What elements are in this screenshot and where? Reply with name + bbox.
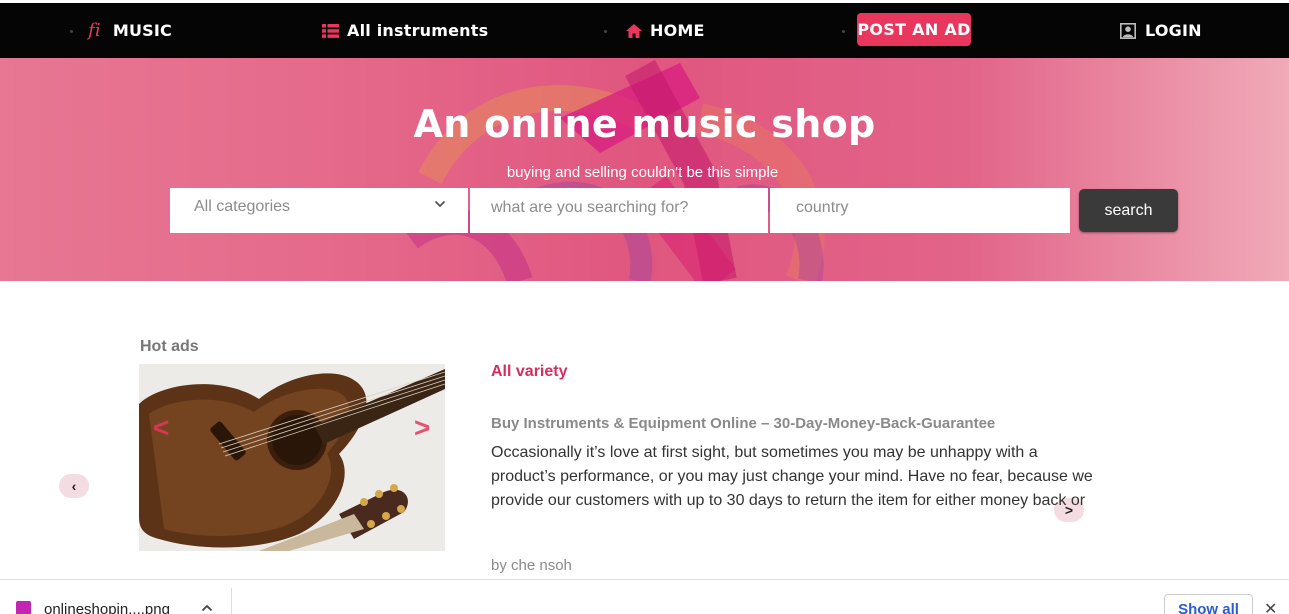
hero-banner: An online music shop buying and selling …: [0, 58, 1289, 281]
search-input[interactable]: what are you searching for?: [470, 188, 768, 233]
hero-subtitle: buying and selling couldn't be this simp…: [506, 164, 779, 181]
carousel-prev-button[interactable]: ‹: [59, 474, 89, 498]
category-select[interactable]: All categories: [170, 188, 468, 233]
nav-all-instruments-label: All instruments: [347, 21, 489, 40]
hero-title: An online music shop: [413, 102, 876, 146]
user-icon: [1120, 22, 1136, 39]
ad-title[interactable]: All variety: [491, 363, 567, 381]
image-next-arrow[interactable]: >: [414, 412, 430, 444]
search-button[interactable]: search: [1079, 189, 1178, 232]
category-select-value: All categories: [194, 198, 291, 215]
hot-ads-heading: Hot ads: [140, 338, 199, 355]
home-icon: [626, 23, 642, 38]
list-icon: [322, 23, 339, 38]
file-icon: [16, 601, 31, 614]
show-all-button[interactable]: Show all: [1164, 594, 1253, 614]
nav-login-label: LOGIN: [1145, 21, 1202, 40]
close-icon[interactable]: ✕: [1264, 599, 1277, 614]
nav-dot: [70, 30, 73, 33]
download-divider: [231, 588, 232, 614]
chevron-up-icon[interactable]: [201, 602, 213, 614]
nav-login[interactable]: LOGIN: [1120, 3, 1202, 58]
chevron-down-icon: [434, 197, 446, 215]
download-bar: onlineshopin....png Show all ✕: [0, 579, 1289, 614]
ad-headline: Buy Instruments & Equipment Online – 30-…: [491, 415, 996, 432]
brand-logo-icon: fi: [88, 20, 101, 41]
country-input[interactable]: country: [770, 188, 1070, 233]
nav-all-instruments[interactable]: All instruments: [322, 3, 488, 58]
brand-label: MUSIC: [112, 21, 172, 40]
post-ad-button[interactable]: POST AN AD: [857, 13, 971, 46]
image-prev-arrow[interactable]: <: [153, 412, 169, 444]
guitar-image: [139, 364, 445, 551]
brand-link[interactable]: fi MUSIC: [88, 3, 172, 58]
hot-ad-image[interactable]: < >: [139, 364, 445, 551]
nav-home[interactable]: HOME: [626, 3, 705, 58]
navbar: fi MUSIC All instruments HOME POST AN AD: [0, 3, 1289, 58]
nav-home-label: HOME: [650, 21, 705, 40]
ad-description: Occasionally it’s love at first sight, b…: [491, 444, 1093, 517]
download-file-name[interactable]: onlineshopin....png: [44, 601, 170, 614]
ad-author: by che nsoh: [491, 557, 572, 574]
nav-dot: [604, 30, 607, 33]
nav-dot: [842, 30, 845, 33]
